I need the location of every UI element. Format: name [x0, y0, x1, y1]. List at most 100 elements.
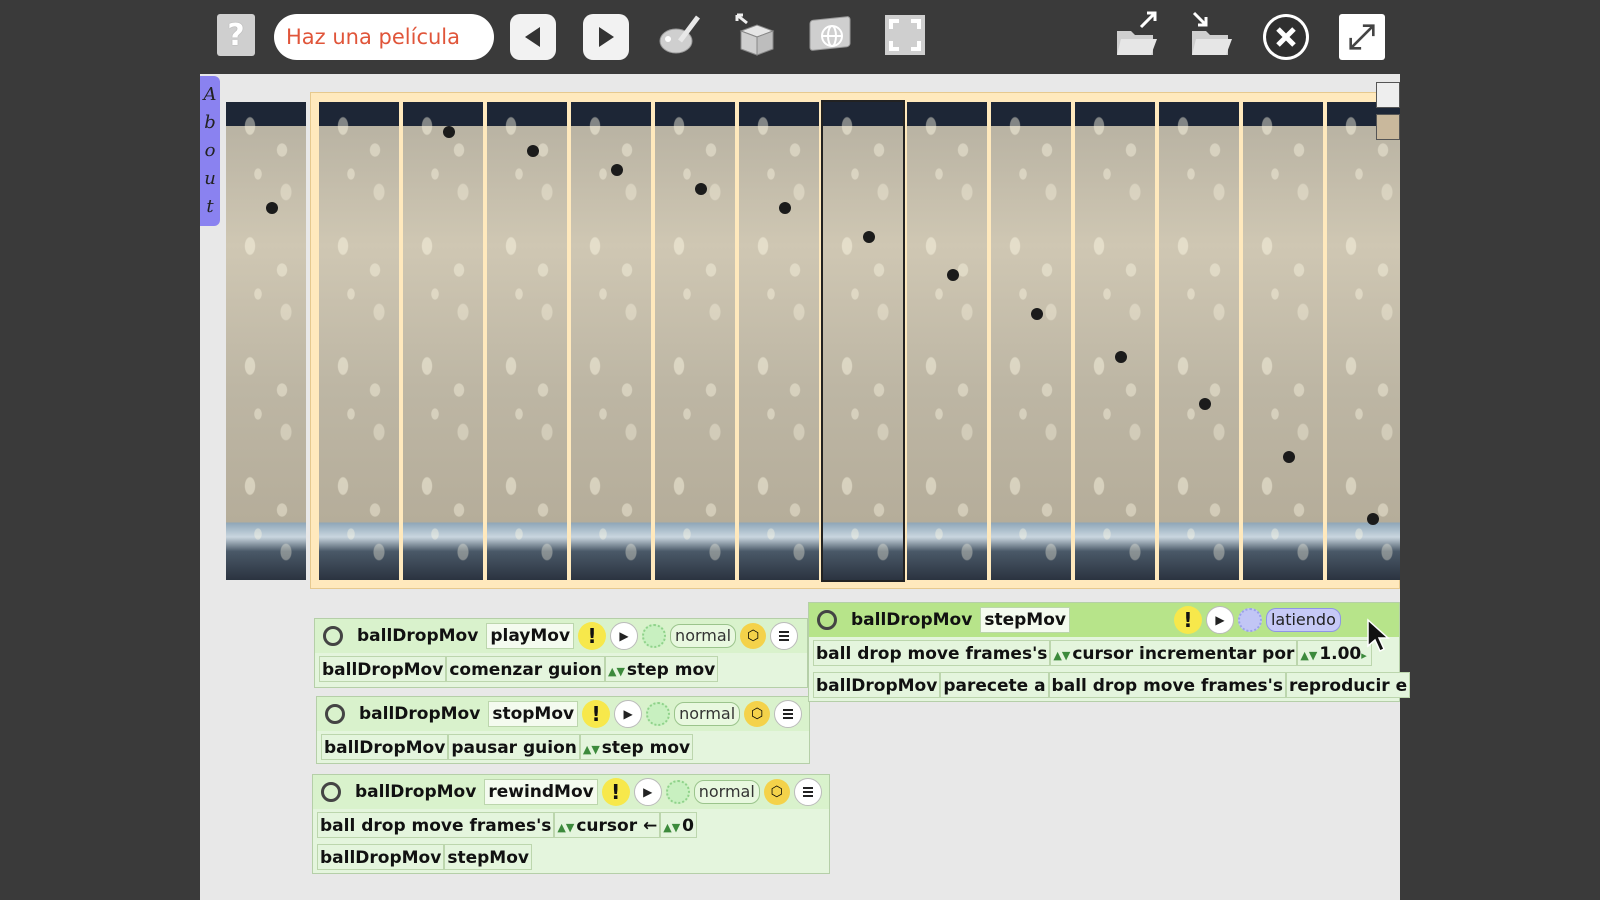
tile-property[interactable]: ▲▼ cursor ← — [554, 812, 661, 838]
close-button[interactable] — [1263, 14, 1309, 60]
script-status-selector[interactable]: normal — [693, 780, 760, 804]
tile-command[interactable]: stepMov — [444, 844, 532, 870]
script-stopmov[interactable]: ballDropMov stopMov ! ▶ normal ⬡ ballDro… — [316, 696, 810, 764]
ticking-clock-icon[interactable] — [642, 624, 667, 648]
run-once-button[interactable]: ! — [582, 700, 611, 728]
script-gear-button[interactable]: ⬡ — [744, 701, 771, 727]
script-status-selector[interactable]: normal — [674, 702, 741, 726]
wall-texture — [1327, 102, 1400, 580]
tile-object[interactable]: ball drop move frames's — [813, 640, 1051, 666]
step-button[interactable]: ▶ — [1205, 606, 1234, 634]
tile-argument[interactable]: ▲▼ step mov — [579, 734, 694, 760]
script-row: ball drop move frames's ▲▼ cursor increme… — [813, 639, 1372, 667]
script-name-field[interactable]: playMov — [486, 623, 575, 649]
script-collapse-button[interactable] — [817, 610, 837, 630]
step-button[interactable]: ▶ — [633, 778, 662, 806]
next-project-button[interactable] — [583, 14, 629, 60]
about-flap-tab[interactable]: A b o u t — [200, 76, 220, 226]
movie-frame[interactable] — [487, 102, 567, 580]
tile-argument-text: 1.00 — [1319, 644, 1362, 664]
about-letter: t — [206, 196, 214, 217]
paint-button[interactable] — [656, 11, 704, 59]
supplies-button[interactable] — [731, 11, 779, 59]
full-screen-button[interactable] — [881, 11, 929, 59]
script-gear-button[interactable]: ⬡ — [740, 623, 767, 649]
tile-property[interactable]: reproducir e — [1285, 672, 1411, 698]
exclamation-icon: ! — [587, 624, 597, 648]
project-name-field[interactable]: Haz una película — [274, 14, 494, 60]
previous-project-button[interactable] — [510, 14, 556, 60]
movie-frame[interactable] — [739, 102, 819, 580]
tile-object[interactable]: ballDropMov — [319, 656, 447, 682]
step-button[interactable]: ▶ — [610, 622, 639, 650]
script-stepmov[interactable]: ballDropMov stepMov ! ▶ latiendo ball dr… — [808, 602, 1411, 702]
script-menu-button[interactable] — [770, 622, 799, 650]
movie-frame[interactable] — [991, 102, 1071, 580]
tile-argument[interactable]: ▲▼ step mov — [604, 656, 719, 682]
movie-frame[interactable] — [1243, 102, 1323, 580]
about-letter: o — [204, 140, 216, 161]
movie-frame[interactable] — [1075, 102, 1155, 580]
movie-frame[interactable] — [319, 102, 399, 580]
tile-command[interactable]: parecete a — [940, 672, 1049, 698]
tile-command[interactable]: comenzar guion — [446, 656, 605, 682]
script-status-selector[interactable]: latiendo — [1265, 608, 1341, 632]
step-button[interactable]: ▶ — [614, 700, 643, 728]
scroll-handle[interactable] — [1376, 114, 1400, 140]
tile-command[interactable]: ▲▼ cursor incrementar por — [1050, 640, 1298, 666]
tile-argument[interactable]: ball drop move frames's — [1048, 672, 1286, 698]
script-playmov[interactable]: ballDropMov playMov ! ▶ normal ⬡ ballDro… — [314, 618, 808, 688]
movie-frame[interactable] — [1159, 102, 1239, 580]
movie-frame[interactable] — [403, 102, 483, 580]
back-icon — [525, 27, 540, 47]
tile-object[interactable]: ball drop move frames's — [317, 812, 555, 838]
ticking-clock-icon[interactable] — [665, 780, 690, 804]
movie-frame[interactable] — [1327, 102, 1400, 580]
script-menu-button[interactable] — [774, 700, 803, 728]
script-rewindmov[interactable]: ballDropMov rewindMov ! ▶ normal ⬡ ball … — [312, 774, 830, 874]
script-name-field[interactable]: stopMov — [488, 701, 579, 727]
tile-object[interactable]: ballDropMov — [321, 734, 449, 760]
script-collapse-button[interactable] — [321, 782, 341, 802]
tile-object[interactable]: ballDropMov — [813, 672, 941, 698]
ball — [1031, 308, 1043, 320]
gear-icon: ⬡ — [770, 784, 783, 800]
help-button[interactable]: ? — [217, 14, 255, 56]
run-once-button[interactable]: ! — [578, 622, 607, 650]
current-frame-preview[interactable] — [226, 102, 306, 580]
ticking-clock-icon[interactable] — [646, 702, 671, 726]
expand-button[interactable] — [1339, 14, 1385, 60]
script-collapse-button[interactable] — [325, 704, 345, 724]
ball — [1283, 451, 1295, 463]
tile-argument[interactable]: ▲▼ 1.00▸ — [1297, 640, 1372, 666]
movie-frame[interactable] — [655, 102, 735, 580]
wall-texture — [991, 102, 1071, 580]
script-menu-button[interactable] — [793, 778, 822, 806]
script-name-field[interactable]: stepMov — [980, 607, 1070, 633]
tile-object[interactable]: ballDropMov — [317, 844, 445, 870]
tile-command[interactable]: pausar guion — [448, 734, 580, 760]
script-collapse-button[interactable] — [323, 626, 343, 646]
about-letter: b — [204, 112, 216, 133]
movie-frame[interactable] — [821, 100, 905, 582]
save-project-button[interactable] — [1188, 11, 1236, 59]
supplies-icon — [735, 13, 775, 56]
globe-icon — [809, 16, 851, 51]
tile-argument[interactable]: ▲▼ 0 — [660, 812, 698, 838]
script-object-name: ballDropMov — [851, 610, 973, 630]
fullscreen-frame-icon — [885, 15, 925, 55]
script-gear-button[interactable]: ⬡ — [763, 779, 790, 805]
about-letter: u — [204, 168, 216, 189]
script-status-selector[interactable]: normal — [670, 624, 737, 648]
ticking-clock-icon[interactable] — [1237, 608, 1262, 632]
movie-frame[interactable] — [907, 102, 987, 580]
ball — [443, 126, 455, 138]
wall-texture — [823, 102, 903, 580]
run-once-button[interactable]: ! — [1173, 606, 1202, 634]
script-name-field[interactable]: rewindMov — [484, 779, 598, 805]
share-button[interactable] — [806, 11, 854, 59]
movie-frame[interactable] — [571, 102, 651, 580]
resize-handle[interactable] — [1376, 82, 1400, 108]
run-once-button[interactable]: ! — [601, 778, 630, 806]
load-project-button[interactable] — [1113, 11, 1161, 59]
